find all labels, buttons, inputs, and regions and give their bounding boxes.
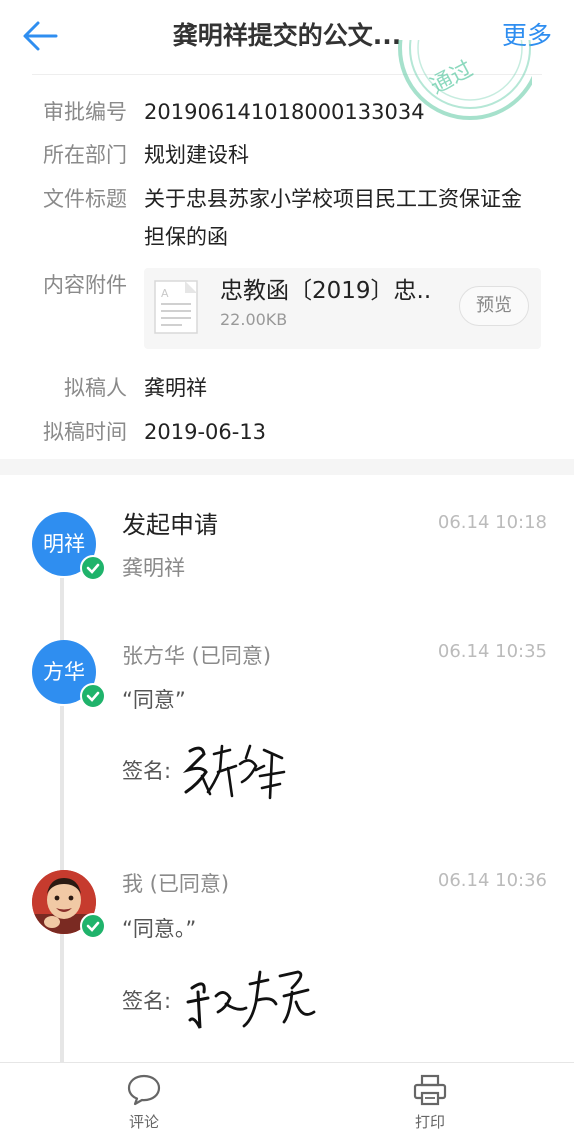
check-badge [80,555,106,581]
svg-text:通过: 通过 [427,57,478,100]
attachment-name: 忠教函〔2019〕忠.. [220,278,432,304]
draft-time-label: 拟稿时间 [43,420,127,444]
step-time: 06.14 10:18 [437,512,547,533]
print-tab[interactable]: 打印 [370,1063,490,1142]
signature-label: 签名: [122,989,172,1013]
approval-no-value: 2019061410180001330​34 [144,100,425,124]
attachment-label: 内容附件 [43,273,127,297]
draft-time-value: 2019-06-13 [144,420,267,444]
step-time: 06.14 10:36 [437,870,547,891]
step-title: 发起申请 [122,511,218,539]
document-icon: A [154,280,198,334]
doc-title-value: 关于忠县苏家小学校项目民工工资保证金担保的函 [144,187,522,249]
comment-icon [127,1074,161,1106]
comment-label: 评论 [128,1113,159,1131]
section-divider [0,459,574,475]
signature-image [186,970,316,1029]
printer-icon [413,1074,447,1106]
doc-title-label: 文件标题 [43,187,127,211]
svg-text:A: A [161,287,169,300]
department-value: 规划建设科 [144,143,249,167]
check-badge [80,683,106,709]
signature-label: 签名: [122,759,172,783]
attachment-size: 22.00KB [220,310,288,329]
approval-comment: “同意。” [122,917,197,941]
timeline-connector [60,578,64,640]
step-time: 06.14 10:35 [437,641,547,662]
check-icon [86,691,100,702]
comment-tab[interactable]: 评论 [84,1063,204,1142]
department-label: 所在部门 [43,143,127,167]
check-icon [86,921,100,932]
check-icon [86,563,100,574]
drafter-value: 龚明祥 [144,376,207,400]
timeline-connector [60,706,64,870]
back-arrow-icon[interactable] [20,18,60,54]
approver-name: 我 (已同意) [122,872,230,896]
check-badge [80,913,106,939]
preview-button[interactable]: 预览 [459,286,529,326]
bottom-bar: 评论 打印 [0,1062,574,1142]
drafter-label: 拟稿人 [64,376,127,400]
approval-comment: “同意” [122,688,186,712]
attachment-card[interactable]: A 忠教函〔2019〕忠.. 22.00KB 预览 [144,268,541,349]
approval-no-label: 审批编号 [43,100,127,124]
step-name: 龚明祥 [122,556,185,580]
signature-image [182,744,286,800]
print-label: 打印 [414,1113,445,1131]
timeline-connector [60,934,64,1062]
approver-name: 张方华 (已同意) [122,644,272,668]
